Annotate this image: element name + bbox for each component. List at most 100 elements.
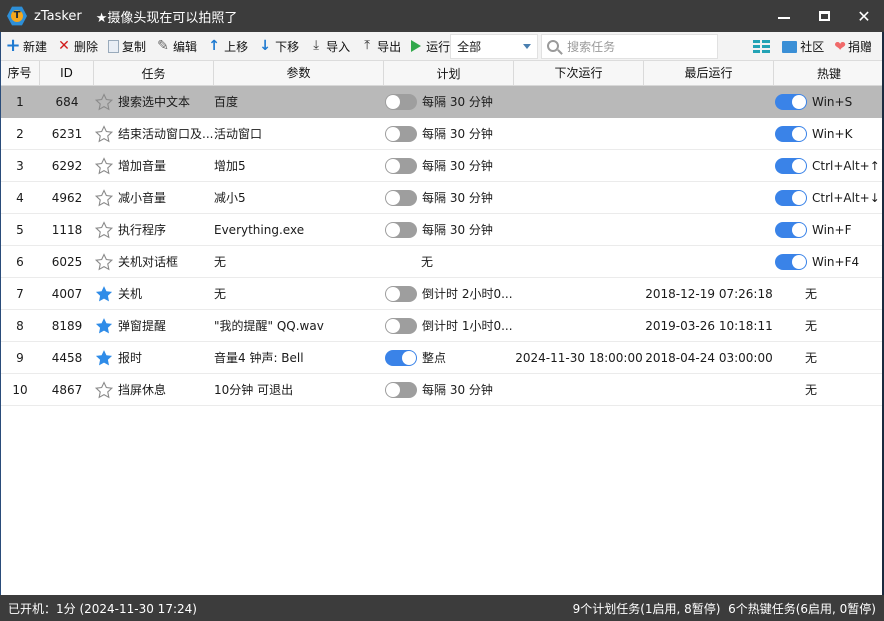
- row-number: 10: [12, 382, 28, 397]
- star-outline-icon[interactable]: [94, 156, 114, 176]
- hotkey-toggle[interactable]: [775, 157, 807, 174]
- app-logo-icon: T: [7, 6, 27, 26]
- hotkey-text: Win+F4: [812, 254, 860, 269]
- filter-dropdown[interactable]: 全部: [450, 33, 539, 59]
- arrow-up-icon: ↑: [208, 38, 220, 54]
- minimize-icon: [778, 17, 790, 19]
- plan-text: 每隔 30 分钟: [422, 159, 493, 173]
- row-number: 9: [16, 350, 24, 365]
- column-header-last-run[interactable]: 最后运行: [644, 61, 774, 86]
- star-outline-icon[interactable]: [94, 124, 114, 144]
- import-icon: ⤓: [313, 38, 319, 53]
- plan-toggle[interactable]: [385, 157, 417, 174]
- star-filled-icon[interactable]: [94, 316, 114, 336]
- row-id: 4458: [51, 350, 83, 365]
- task-name: 关机: [118, 287, 143, 301]
- task-param: 百度: [214, 95, 239, 109]
- task-name: 结束活动窗口及...: [118, 127, 214, 141]
- column-header-next-run[interactable]: 下次运行: [514, 61, 644, 86]
- minimize-button[interactable]: [764, 0, 804, 32]
- task-name: 挡屏休息: [118, 383, 167, 397]
- task-param: 无: [214, 287, 227, 301]
- task-param: 10分钟 可退出: [214, 383, 294, 397]
- play-icon: [411, 40, 422, 52]
- x-icon: ✕: [58, 38, 70, 54]
- star-outline-icon[interactable]: [94, 252, 114, 272]
- hotkey-toggle[interactable]: [775, 253, 807, 270]
- table-row[interactable]: 2 6231 结束活动窗口及... 活动窗口 每隔 30 分钟 Win+K: [0, 118, 884, 150]
- close-icon: ✕: [857, 6, 871, 26]
- column-header-param[interactable]: 参数: [214, 61, 384, 86]
- star-outline-icon[interactable]: [94, 220, 114, 240]
- hotkey-toggle[interactable]: [775, 221, 807, 238]
- edit-button[interactable]: ✎ 编辑: [150, 32, 201, 61]
- star-outline-icon[interactable]: [94, 188, 114, 208]
- search-placeholder: 搜索任务: [567, 39, 616, 54]
- hotkey-toggle[interactable]: [775, 189, 807, 206]
- plan-toggle[interactable]: [385, 93, 417, 110]
- plan-text: 每隔 30 分钟: [422, 223, 493, 237]
- uptime-status: 已开机：1分 (2024-11-30 17:24): [8, 601, 197, 616]
- new-button[interactable]: + 新建: [0, 32, 51, 61]
- row-number: 2: [16, 126, 24, 141]
- run-button[interactable]: 运行: [405, 32, 450, 61]
- plan-text: 无: [421, 255, 434, 269]
- table-row[interactable]: 9 4458 报时 音量4 钟声: Bell 整点 2024-11-30 18:00:00…: [0, 342, 884, 374]
- move-up-button[interactable]: ↑ 上移: [201, 32, 252, 61]
- column-header-task[interactable]: 任务: [94, 61, 214, 86]
- plan-toggle[interactable]: [385, 189, 417, 206]
- table-row[interactable]: 10 4867 挡屏休息 10分钟 可退出 每隔 30 分钟 无: [0, 374, 884, 406]
- table-row[interactable]: 3 6292 增加音量 增加5 每隔 30 分钟 Ctrl+Alt+↑: [0, 150, 884, 182]
- community-button[interactable]: 社区: [779, 32, 824, 61]
- delete-button[interactable]: ✕ 删除: [51, 32, 102, 61]
- star-outline-icon[interactable]: [94, 380, 114, 400]
- table-row[interactable]: 5 1118 执行程序 Everything.exe 每隔 30 分钟 Win+F: [0, 214, 884, 246]
- column-header-plan[interactable]: 计划: [384, 61, 514, 86]
- table-row[interactable]: 1 684 搜索选中文本 百度 每隔 30 分钟 Win+S: [0, 86, 884, 118]
- move-down-button[interactable]: ↓ 下移: [252, 32, 303, 61]
- last-run: 2018-12-19 07:26:18: [645, 286, 773, 301]
- export-button[interactable]: ⤒ 导出: [354, 32, 405, 61]
- last-run: 2019-03-26 10:18:11: [645, 318, 773, 333]
- edit-icon: ✎: [157, 38, 169, 54]
- row-number: 1: [16, 94, 24, 109]
- copy-button[interactable]: 复制: [102, 32, 150, 61]
- table-row[interactable]: 6 6025 关机对话框 无 无 Win+F4: [0, 246, 884, 278]
- close-button[interactable]: ✕: [844, 0, 884, 32]
- hotkey-text: 无: [804, 351, 817, 365]
- row-id: 8189: [51, 318, 83, 333]
- heart-icon: ❤: [834, 38, 846, 55]
- row-number: 5: [16, 222, 24, 237]
- column-header-hotkey[interactable]: 热键: [774, 61, 884, 86]
- hotkey-toggle[interactable]: [775, 125, 807, 142]
- hotkey-toggle[interactable]: [775, 93, 807, 110]
- plan-toggle[interactable]: [385, 381, 417, 398]
- plan-toggle[interactable]: [385, 125, 417, 142]
- plan-toggle[interactable]: [385, 221, 417, 238]
- table-row[interactable]: 7 4007 关机 无 倒计时 2小时0... 2018-12-19 07:26:18 无: [0, 278, 884, 310]
- table-row[interactable]: 8 8189 弹窗提醒 "我的提醒" QQ.wav 倒计时 1小时0... 2019-03…: [0, 310, 884, 342]
- plan-toggle[interactable]: [385, 349, 417, 366]
- column-header-no[interactable]: 序号: [0, 61, 40, 86]
- donate-button[interactable]: ❤ 捐赠: [824, 32, 872, 61]
- star-outline-icon[interactable]: [94, 92, 114, 112]
- plan-toggle[interactable]: [385, 317, 417, 334]
- table-row[interactable]: 4 4962 减小音量 减小5 每隔 30 分钟 Ctrl+Alt+↓: [0, 182, 884, 214]
- task-name: 执行程序: [118, 223, 167, 237]
- maximize-icon: [818, 11, 830, 21]
- task-param: 音量4 钟声: Bell: [214, 351, 304, 365]
- plan-toggle[interactable]: [385, 285, 417, 302]
- list-view-icon[interactable]: [753, 40, 771, 53]
- app-title: zTasker: [34, 8, 82, 24]
- export-icon: ⤒: [364, 38, 370, 53]
- hotkey-text: Win+S: [812, 94, 853, 109]
- column-header-id[interactable]: ID: [40, 61, 94, 86]
- search-icon: [547, 40, 560, 52]
- search-input[interactable]: 搜索任务: [541, 33, 719, 59]
- task-param: 增加5: [214, 159, 246, 173]
- import-button[interactable]: ⤓ 导入: [303, 32, 354, 61]
- star-filled-icon[interactable]: [94, 348, 114, 368]
- hotkey-text: Ctrl+Alt+↓: [812, 190, 880, 205]
- star-filled-icon[interactable]: [94, 284, 114, 304]
- maximize-button[interactable]: [804, 0, 844, 32]
